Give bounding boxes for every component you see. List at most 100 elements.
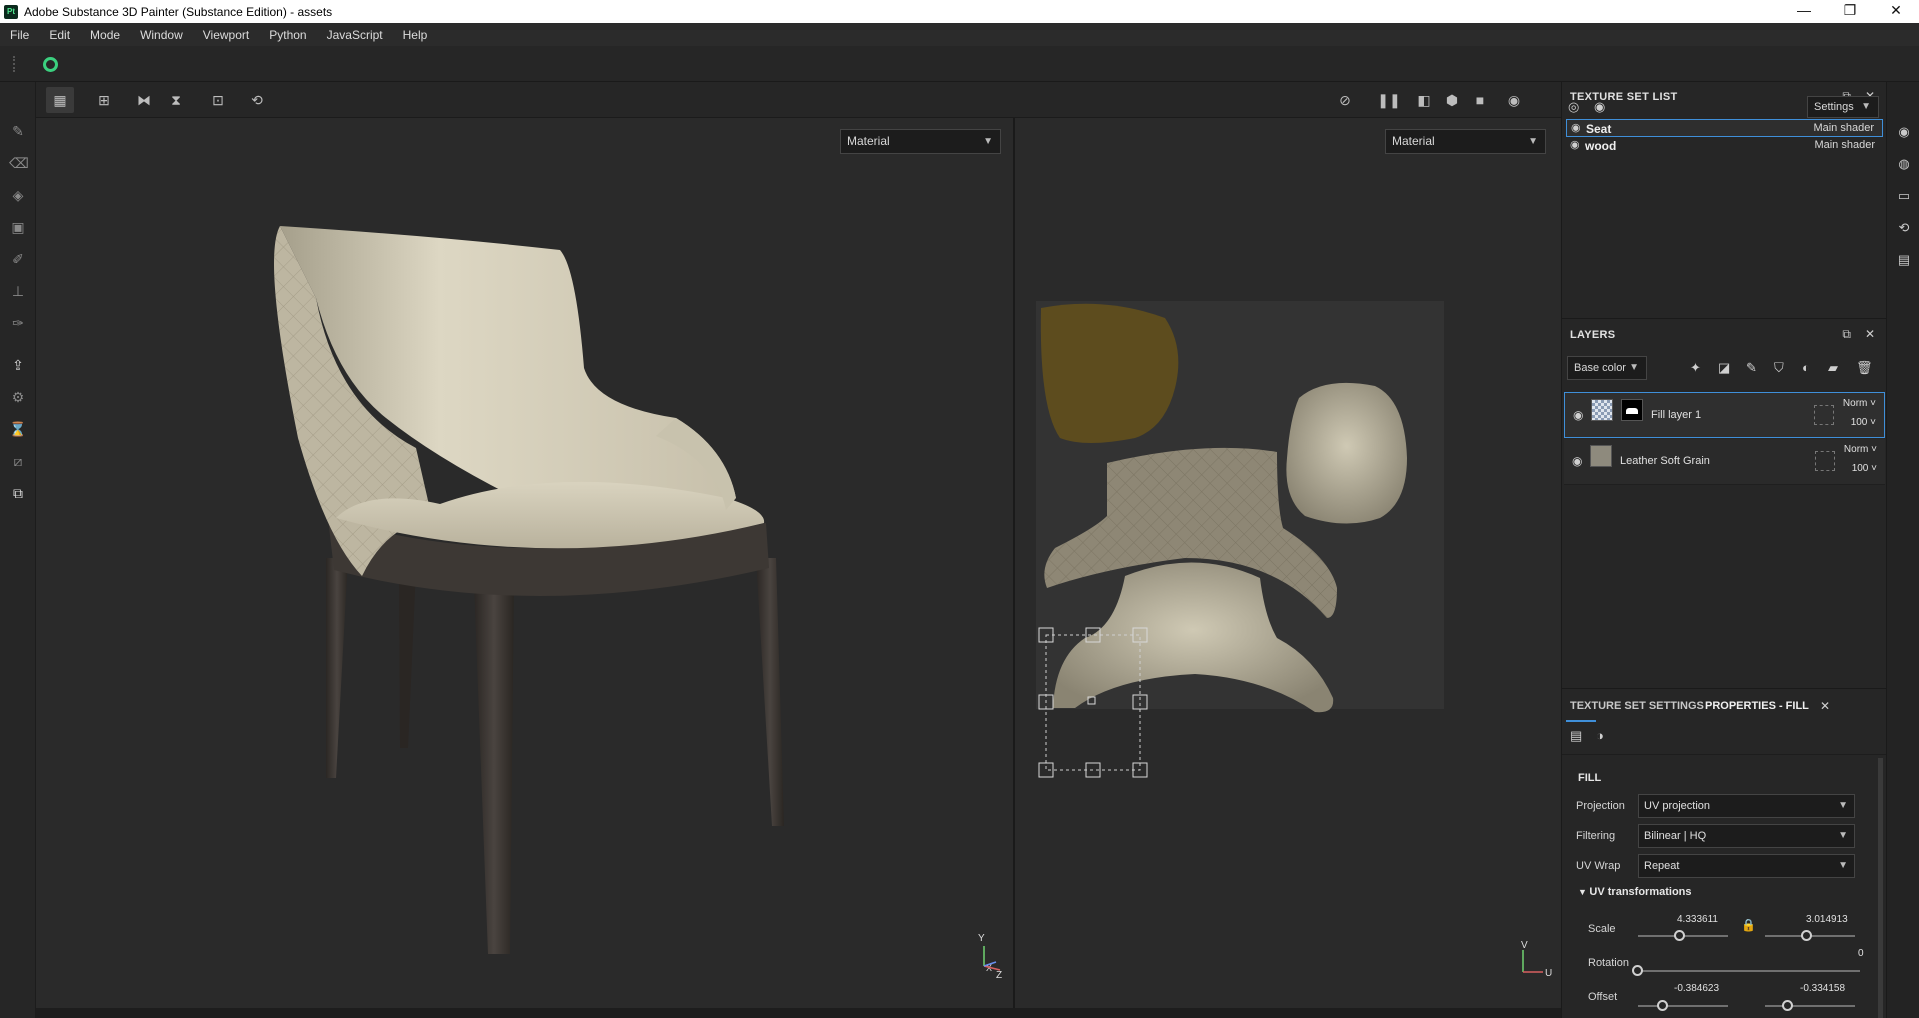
blend-mode-dropdown[interactable]: Norm ˅: [1844, 444, 1877, 455]
scale-v-handle[interactable]: [1801, 930, 1812, 941]
smudge-icon[interactable]: ✐: [9, 250, 27, 268]
pause-icon[interactable]: ❚❚: [1375, 87, 1403, 113]
menu-window[interactable]: Window: [130, 28, 193, 42]
cloud-sync-icon[interactable]: [43, 57, 58, 72]
menu-viewport[interactable]: Viewport: [193, 28, 259, 42]
add-mask-icon[interactable]: ◪: [1718, 360, 1730, 376]
visibility-eye-icon[interactable]: ◉: [1570, 138, 1580, 151]
menu-file[interactable]: File: [0, 28, 39, 42]
visibility-eye-icon[interactable]: ◉: [1571, 121, 1581, 134]
display-settings-icon[interactable]: ◉: [1896, 124, 1912, 140]
shader-settings-icon[interactable]: ◍: [1896, 156, 1912, 172]
view-3d-2d-icon[interactable]: ▦: [46, 87, 74, 113]
mirror-x-icon[interactable]: ⧓: [130, 87, 158, 113]
visibility-eye-icon[interactable]: ◉: [1572, 454, 1582, 468]
settings-dropdown[interactable]: Settings ▼: [1807, 96, 1879, 118]
offset-u-value[interactable]: -0.384623: [1674, 983, 1719, 994]
axis-y-label: Y: [978, 933, 985, 944]
menu-javascript[interactable]: JavaScript: [317, 28, 393, 42]
clone-stamp-icon[interactable]: ⊥: [9, 282, 27, 300]
mask-thumbnail[interactable]: [1621, 399, 1643, 421]
offset-v-slider[interactable]: [1765, 1005, 1855, 1007]
assets-icon[interactable]: ▭: [1896, 188, 1912, 204]
visibility-eye-icon[interactable]: ◉: [1573, 408, 1583, 422]
chevron-down-icon: ▼: [1838, 860, 1848, 871]
viewport-3d[interactable]: Material ▼ Y Z: [36, 118, 1013, 1008]
layer-effect-slot[interactable]: [1815, 451, 1835, 471]
mirror-y-icon[interactable]: ⧗: [162, 87, 190, 113]
uv-tool-icon[interactable]: ⧄: [9, 452, 27, 470]
layer-effect-slot[interactable]: [1814, 405, 1834, 425]
scale-u-value[interactable]: 4.333611: [1677, 914, 1718, 925]
layer-row[interactable]: ◉ Fill layer 1 Norm ˅ 100 ˅: [1564, 392, 1885, 438]
hide-overlay-icon[interactable]: ⊘: [1331, 87, 1359, 113]
tab-properties-fill[interactable]: PROPERTIES - FILL: [1705, 700, 1809, 712]
add-effect-icon[interactable]: ✦: [1690, 360, 1701, 376]
split-view-icon[interactable]: ◧: [1410, 87, 1438, 113]
history-panel-icon[interactable]: ⟲: [1896, 220, 1912, 236]
rotation-value[interactable]: 0: [1858, 948, 1864, 959]
paint-brush-icon[interactable]: ✎: [9, 122, 27, 140]
opacity-dropdown[interactable]: 100 ˅: [1852, 463, 1877, 474]
close-tab-icon[interactable]: ✕: [1820, 699, 1830, 713]
add-view-icon[interactable]: ⊡: [204, 87, 232, 113]
color-picker-icon[interactable]: ✑: [9, 314, 27, 332]
eraser-icon[interactable]: ⌫: [9, 154, 29, 172]
camera-icon[interactable]: ■: [1466, 87, 1494, 113]
delete-layer-icon[interactable]: 🗑: [1856, 360, 1873, 376]
screenshot-icon[interactable]: ◉: [1500, 87, 1528, 113]
offset-v-handle[interactable]: [1782, 1000, 1793, 1011]
projection-icon[interactable]: ◈: [9, 186, 27, 204]
material-mode-icon[interactable]: ▤: [1570, 728, 1582, 744]
filtering-dropdown[interactable]: Bilinear | HQ ▼: [1638, 824, 1855, 848]
properties-scrollbar[interactable]: [1878, 758, 1883, 1018]
channel-select[interactable]: Base color ▼: [1567, 356, 1647, 380]
add-paint-layer-icon[interactable]: ✎: [1746, 360, 1757, 376]
texture-set-row[interactable]: ◉ wood Main shader: [1566, 137, 1883, 155]
geometry-mask-icon[interactable]: ⌛: [9, 420, 27, 438]
history-icon[interactable]: ⟲: [243, 87, 271, 113]
offset-v-value[interactable]: -0.334158: [1800, 983, 1845, 994]
offset-u-handle[interactable]: [1657, 1000, 1668, 1011]
polygon-fill-icon[interactable]: ▣: [9, 218, 27, 236]
grid-view-icon[interactable]: ⊞: [90, 87, 118, 113]
uv-transformations-toggle[interactable]: ▼ UV transformations: [1578, 886, 1692, 898]
log-icon[interactable]: ▤: [1896, 252, 1912, 268]
layer-name[interactable]: Leather Soft Grain: [1620, 455, 1710, 467]
offset-u-slider[interactable]: [1638, 1005, 1728, 1007]
hide-all-icon[interactable]: ◎: [1568, 99, 1579, 115]
uv-wrap-dropdown[interactable]: Repeat ▼: [1638, 854, 1855, 878]
add-material-icon[interactable]: ◐: [1802, 360, 1810, 375]
opacity-dropdown[interactable]: 100 ˅: [1851, 417, 1876, 428]
menu-help[interactable]: Help: [393, 28, 438, 42]
projection-dropdown[interactable]: UV projection ▼: [1638, 794, 1855, 818]
maximize-button[interactable]: ❐: [1827, 0, 1873, 23]
add-fill-layer-icon[interactable]: ⛉: [1774, 360, 1784, 376]
menu-python[interactable]: Python: [259, 28, 316, 42]
scale-v-value[interactable]: 3.014913: [1806, 914, 1848, 925]
layer-name[interactable]: Fill layer 1: [1651, 409, 1701, 421]
close-panel-icon[interactable]: ✕: [1865, 327, 1875, 341]
undock-icon[interactable]: ⧉: [1842, 327, 1851, 342]
toolbar-grip[interactable]: [13, 56, 15, 72]
layer-row[interactable]: ◉ Leather Soft Grain Norm ˅ 100 ˅: [1564, 439, 1885, 485]
minimize-button[interactable]: —: [1781, 0, 1827, 23]
blend-mode-dropdown[interactable]: Norm ˅: [1843, 398, 1876, 409]
rotation-handle[interactable]: [1632, 965, 1643, 976]
eye-icon[interactable]: ◉: [1594, 99, 1605, 115]
lock-icon[interactable]: 🔒: [1741, 918, 1756, 932]
scale-u-handle[interactable]: [1674, 930, 1685, 941]
viewport-2d[interactable]: Material ▼ V U: [1015, 118, 1561, 1008]
texture-set-row[interactable]: ◉ Seat Main shader: [1566, 119, 1883, 137]
material-sphere-icon[interactable]: ◑: [1596, 728, 1604, 743]
close-button[interactable]: ✕: [1873, 0, 1919, 23]
cube-view-icon[interactable]: ⬢: [1438, 87, 1466, 113]
rotation-slider[interactable]: [1638, 970, 1860, 972]
add-folder-icon[interactable]: ▰: [1828, 360, 1838, 376]
menu-mode[interactable]: Mode: [80, 28, 130, 42]
export-icon[interactable]: ⇪: [9, 356, 27, 374]
bake-settings-icon[interactable]: ⚙: [9, 388, 27, 406]
menu-edit[interactable]: Edit: [39, 28, 80, 42]
transform-icon[interactable]: ⧉: [9, 484, 27, 502]
tab-texture-set-settings[interactable]: TEXTURE SET SETTINGS: [1570, 700, 1704, 712]
